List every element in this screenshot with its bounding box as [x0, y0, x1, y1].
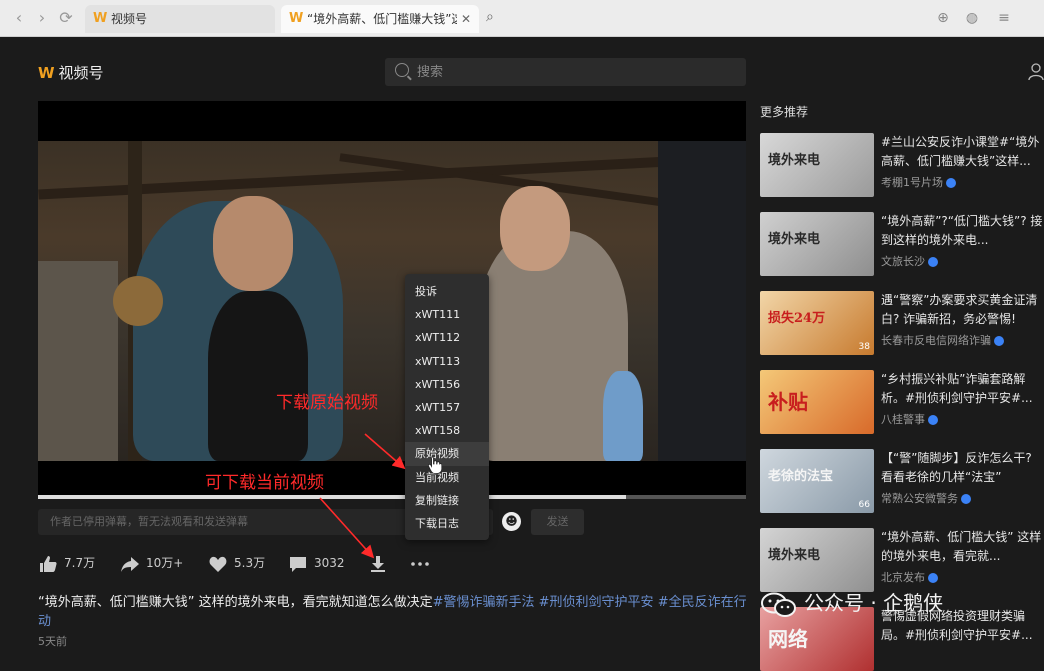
recommendation-item[interactable]: 老徐的法宝 66 【“警”随脚步】反诈怎么干? 看看老徐的几样“法宝” 常熟公安微警务: [760, 449, 1044, 513]
tab-weixin-channels[interactable]: W 视频号: [85, 5, 275, 33]
recommendation-thumbnail[interactable]: 境外来电: [760, 133, 874, 197]
annotation-arrows: [319, 433, 406, 559]
publish-time: 5天前: [38, 635, 67, 648]
heart-count: 5.3万: [234, 556, 266, 570]
verified-icon: [961, 494, 971, 504]
recommendation-title[interactable]: “乡村振兴补贴”诈骗套路解析。#刑侦利剑守护平安#...: [881, 370, 1044, 408]
search-input[interactable]: [417, 62, 717, 82]
channels-logo-icon: W: [289, 11, 304, 26]
recommendation-author[interactable]: 北京发布: [881, 569, 938, 585]
browser-toolbar: ‹ › ⟳ W 视频号 W “境外高薪、低门槛赚大钱”这 ✕ ⌕ ⊕ ◍ ≡: [0, 0, 1044, 37]
verified-icon: [928, 257, 938, 267]
hashtag-link[interactable]: #刑侦利剑守护平安: [539, 595, 654, 610]
globe-icon[interactable]: ◍: [963, 9, 981, 27]
back-icon[interactable]: ‹: [10, 9, 28, 27]
context-menu-item[interactable]: xWT157: [405, 396, 489, 419]
emoji-icon[interactable]: ☻: [502, 512, 521, 531]
author-name: 长春市反电信网络诈骗: [881, 334, 991, 347]
wechat-logo-icon: [761, 592, 796, 617]
search-icon[interactable]: ⌕: [486, 9, 504, 27]
recommendation-author[interactable]: 文旅长沙: [881, 253, 938, 269]
tab-title: “境外高薪、低门槛赚大钱”这: [307, 12, 457, 26]
recommendation-item[interactable]: 损失24万 38 遇“警察”办案要求买黄金证清白? 诈骗新招，务必警惕! 长春市反电信…: [760, 291, 1044, 355]
share-button[interactable]: 10万+: [120, 551, 183, 575]
context-menu-item[interactable]: xWT113: [405, 350, 489, 373]
recommendation-author[interactable]: 常熟公安微警务: [881, 490, 971, 506]
verified-icon: [928, 573, 938, 583]
verified-icon: [994, 336, 1004, 346]
user-icon[interactable]: [1028, 63, 1044, 81]
recommendation-item[interactable]: 境外来电 #兰山公安反诈小课堂#“境外高薪、低门槛赚大钱”这样... 考棚1号片场: [760, 133, 1044, 197]
recommendation-title[interactable]: 遇“警察”办案要求买黄金证清白? 诈骗新招，务必警惕!: [881, 291, 1044, 329]
recommendation-item[interactable]: 境外来电 “境外高薪、低门槛大钱” 这样的境外来电，看完就... 北京发布: [760, 528, 1044, 592]
menu-icon[interactable]: ≡: [995, 9, 1013, 27]
wechat-watermark: 公众号 · 企鹅侠: [760, 587, 943, 618]
watermark-text: 公众号 · 企鹅侠: [804, 591, 944, 615]
share-arrow-icon: [120, 554, 140, 574]
thumbnail-caption: 补贴: [768, 390, 808, 414]
thumbs-up-icon: [38, 554, 58, 574]
download-icon[interactable]: ⊕: [934, 9, 952, 27]
channels-logo-icon: W: [38, 64, 55, 82]
context-menu-item[interactable]: xWT112: [405, 326, 489, 349]
recommendation-thumbnail[interactable]: 补贴: [760, 370, 874, 434]
thumbnail-caption: 老徐的法宝: [768, 469, 834, 484]
context-menu-item[interactable]: 投诉: [405, 280, 489, 303]
annotation-download-original: 下载原始视频: [276, 393, 378, 413]
context-menu-item[interactable]: xWT111: [405, 303, 489, 326]
site-name: 视频号: [58, 64, 104, 82]
forward-icon[interactable]: ›: [33, 9, 51, 27]
recommendation-item[interactable]: 补贴 “乡村振兴补贴”诈骗套路解析。#刑侦利剑守护平安#... 八桂警事: [760, 370, 1044, 434]
tab-video-page[interactable]: W “境外高薪、低门槛赚大钱”这 ✕: [281, 5, 479, 33]
search-icon: [395, 63, 409, 77]
thumbnail-caption: 境外来电: [768, 232, 821, 247]
recommendation-author[interactable]: 考棚1号片场: [881, 174, 956, 190]
recommendation-thumbnail[interactable]: 境外来电: [760, 212, 874, 276]
recommendation-title[interactable]: “境外高薪、低门槛大钱” 这样的境外来电，看完就...: [881, 528, 1044, 566]
heart-icon: [208, 554, 228, 574]
recommendations-header: 更多推荐: [760, 105, 809, 119]
recommendation-thumbnail[interactable]: 损失24万 38: [760, 291, 874, 355]
close-icon[interactable]: ✕: [461, 5, 471, 33]
author-name: 文旅长沙: [881, 255, 925, 268]
thumbnail-caption: 境外来电: [768, 153, 821, 168]
recommendation-item[interactable]: 境外来电 “境外高薪”?“低门槛大钱”? 接到这样的境外来电... 文旅长沙: [760, 212, 1044, 276]
channels-logo-icon: W: [93, 11, 108, 26]
thumbnail-caption: 境外来电: [768, 548, 821, 563]
reload-icon[interactable]: ⟳: [57, 9, 75, 27]
site-logo[interactable]: W 视频号: [38, 62, 104, 83]
tab-title: 视频号: [111, 12, 148, 26]
context-menu-item[interactable]: xWT156: [405, 373, 489, 396]
share-count: 10万+: [146, 556, 184, 570]
hand-cursor-icon: [428, 456, 442, 474]
recommendation-thumbnail[interactable]: 境外来电: [760, 528, 874, 592]
video-title-main: “境外高薪、低门槛赚大钱” 这样的境外来电，看完就知道怎么做决定: [38, 595, 433, 610]
recommendation-title[interactable]: #兰山公安反诈小课堂#“境外高薪、低门槛赚大钱”这样...: [881, 133, 1044, 171]
video-frame: [38, 141, 746, 461]
likes-badge: 38: [858, 342, 870, 352]
recommendation-author[interactable]: 八桂警事: [881, 411, 938, 427]
send-button[interactable]: 发送: [531, 509, 584, 535]
recommendation-title[interactable]: “境外高薪”?“低门槛大钱”? 接到这样的境外来电...: [881, 212, 1044, 250]
recommendation-thumbnail[interactable]: 老徐的法宝 66: [760, 449, 874, 513]
recommendation-title[interactable]: 【“警”随脚步】反诈怎么干? 看看老徐的几样“法宝”: [881, 449, 1044, 487]
like-button[interactable]: 7.7万: [38, 551, 95, 575]
verified-icon: [928, 415, 938, 425]
like-count: 7.7万: [64, 556, 96, 570]
recommendation-author[interactable]: 长春市反电信网络诈骗: [881, 332, 1004, 348]
likes-badge: 66: [858, 500, 870, 510]
author-name: 八桂警事: [881, 413, 925, 426]
author-name: 北京发布: [881, 571, 925, 584]
favorite-button[interactable]: 5.3万: [208, 551, 265, 575]
video-title: “境外高薪、低门槛赚大钱” 这样的境外来电，看完就知道怎么做决定#警惕诈骗新手法…: [38, 593, 750, 631]
author-name: 考棚1号片场: [881, 176, 943, 189]
author-name: 常熟公安微警务: [881, 492, 958, 505]
search-bar[interactable]: [385, 58, 746, 86]
hashtag-link[interactable]: #警惕诈骗新手法: [433, 595, 535, 610]
verified-icon: [946, 178, 956, 188]
thumbnail-caption: 损失24万: [768, 311, 826, 326]
thumbnail-caption: 网络: [768, 627, 808, 651]
